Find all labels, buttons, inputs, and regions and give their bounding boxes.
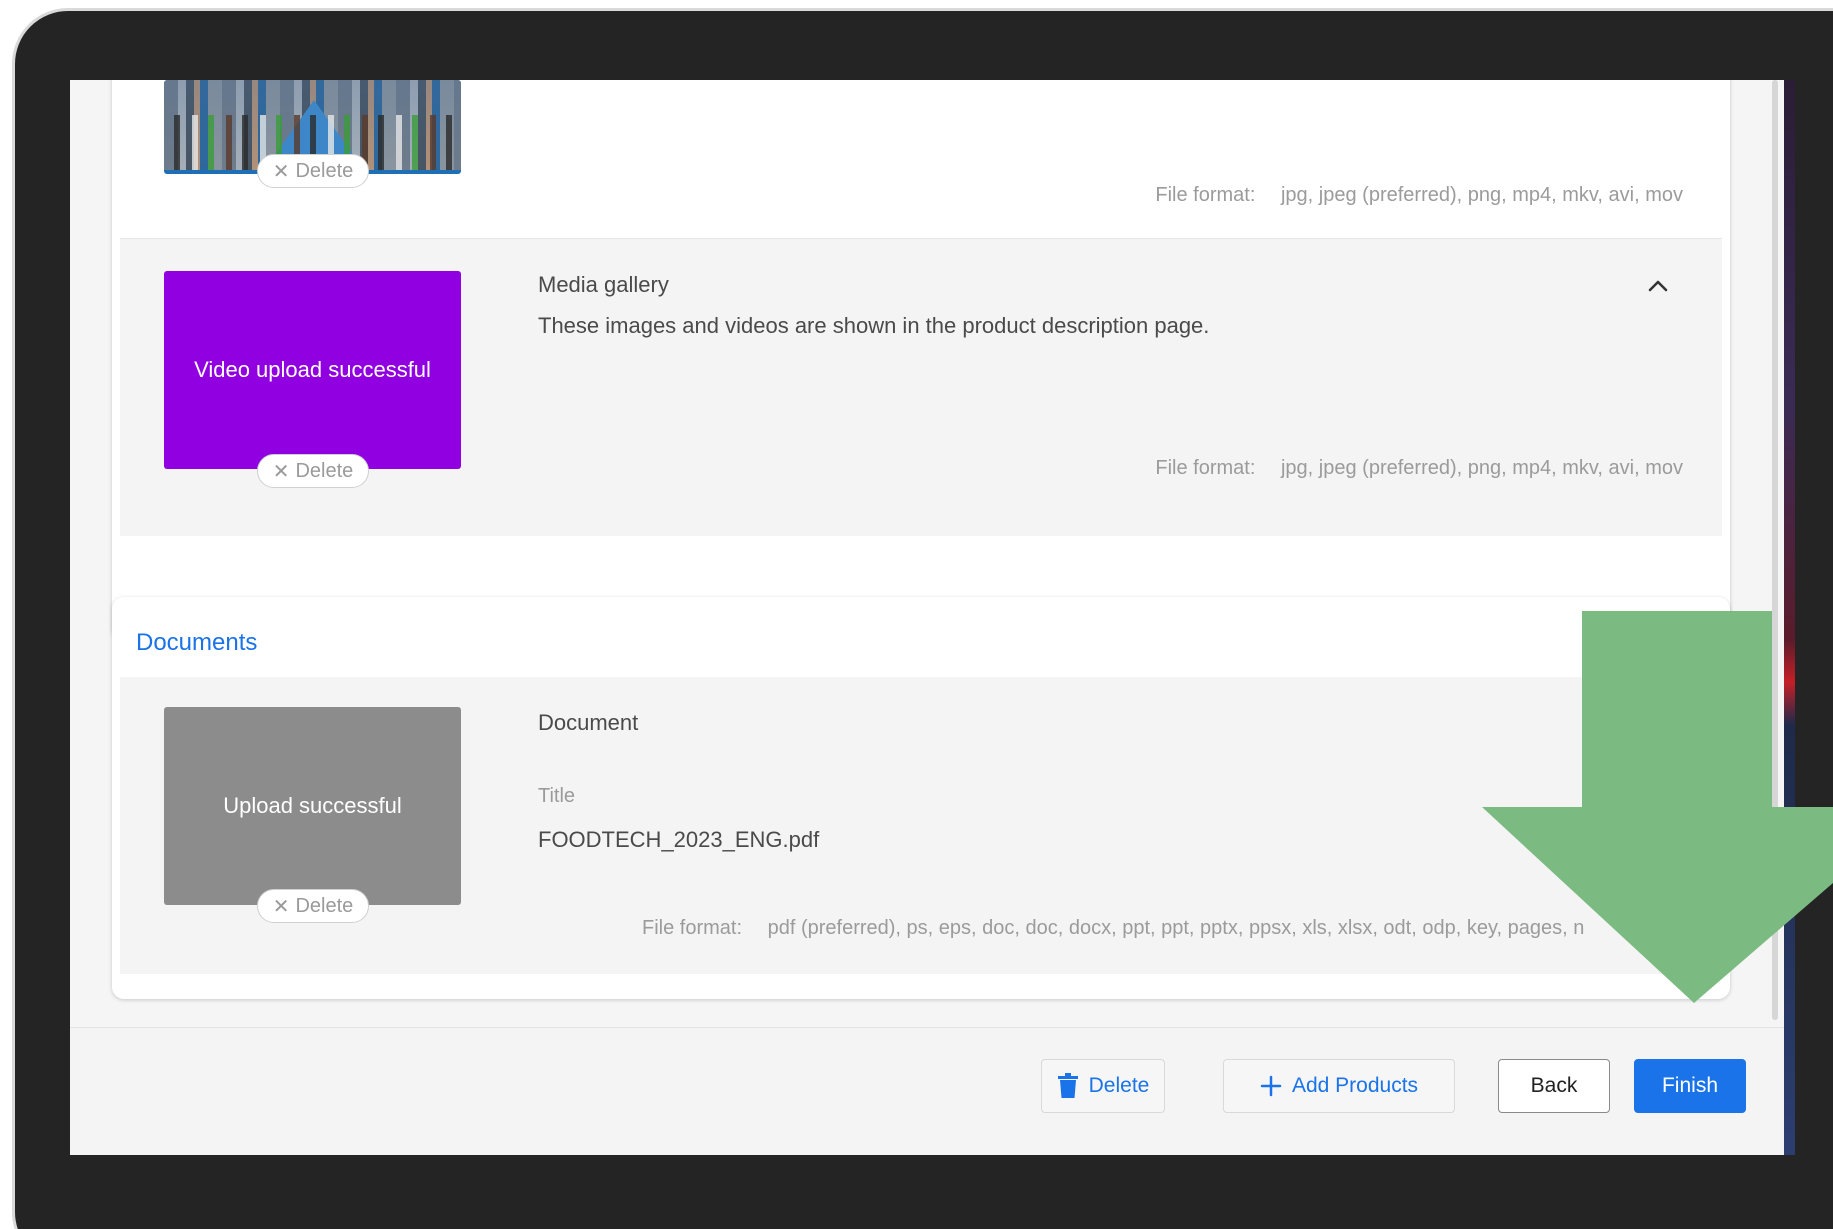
back-button-label: Back [1530, 1074, 1578, 1097]
file-format-value: jpg, jpeg (preferred), png, mp4, mkv, av… [1280, 184, 1683, 206]
video-upload-status: Video upload successful [194, 357, 431, 382]
delete-button[interactable]: Delete [1041, 1059, 1165, 1113]
document-upload-status: Upload successful [223, 793, 402, 818]
document-filename[interactable]: FOODTECH_2023_ENG.pdf [538, 827, 819, 853]
close-icon: ✕ [272, 895, 290, 918]
document-thumbnail: Upload successful [164, 707, 461, 905]
file-format-info: File format: jpg, jpeg (preferred), png,… [1155, 184, 1683, 207]
media-row-main: ✕ Delete File format: jpg, jpeg (preferr… [120, 80, 1722, 238]
media-card: ✕ Delete File format: jpg, jpeg (preferr… [112, 80, 1730, 640]
media-gallery-description: These images and videos are shown in the… [538, 313, 1210, 338]
file-format-label: File format: [1155, 184, 1256, 206]
stage: ✕ Delete File format: jpg, jpeg (preferr… [0, 0, 1833, 1229]
plus-icon [1260, 1075, 1282, 1097]
finish-button[interactable]: Finish [1634, 1059, 1746, 1113]
file-format-info: File format: pdf (preferred), ps, eps, d… [642, 917, 1584, 940]
delete-label: Delete [295, 894, 354, 917]
add-products-label: Add Products [1291, 1074, 1419, 1097]
file-format-label: File format: [1155, 457, 1256, 479]
video-thumbnail: Video upload successful [164, 271, 461, 469]
back-button[interactable]: Back [1498, 1059, 1610, 1113]
file-format-info: File format: jpg, jpeg (preferred), png,… [1155, 457, 1683, 480]
trash-icon [1057, 1073, 1079, 1099]
documents-header: Documents [136, 629, 258, 656]
down-arrow-icon [1482, 611, 1833, 1003]
document-title: Document [538, 710, 639, 735]
chevron-up-icon[interactable] [1647, 275, 1669, 297]
add-products-button[interactable]: Add Products [1223, 1059, 1455, 1113]
delete-label: Delete [295, 159, 354, 182]
delete-photo-button[interactable]: ✕ Delete [257, 154, 369, 188]
file-format-value: jpg, jpeg (preferred), png, mp4, mkv, av… [1280, 457, 1683, 479]
file-format-label: File format: [642, 917, 743, 939]
delete-video-button[interactable]: ✕ Delete [257, 454, 369, 488]
document-title-label: Title [538, 785, 576, 807]
finish-button-label: Finish [1661, 1074, 1719, 1097]
file-format-value: pdf (preferred), ps, eps, doc, doc, docx… [767, 917, 1585, 939]
close-icon: ✕ [272, 460, 290, 483]
delete-label: Delete [295, 459, 354, 482]
media-gallery-row: Video upload successful ✕ Delete Media g… [120, 238, 1722, 536]
close-icon: ✕ [272, 160, 290, 183]
delete-document-button[interactable]: ✕ Delete [257, 889, 369, 923]
media-gallery-title: Media gallery [538, 272, 669, 297]
delete-button-label: Delete [1088, 1074, 1150, 1097]
